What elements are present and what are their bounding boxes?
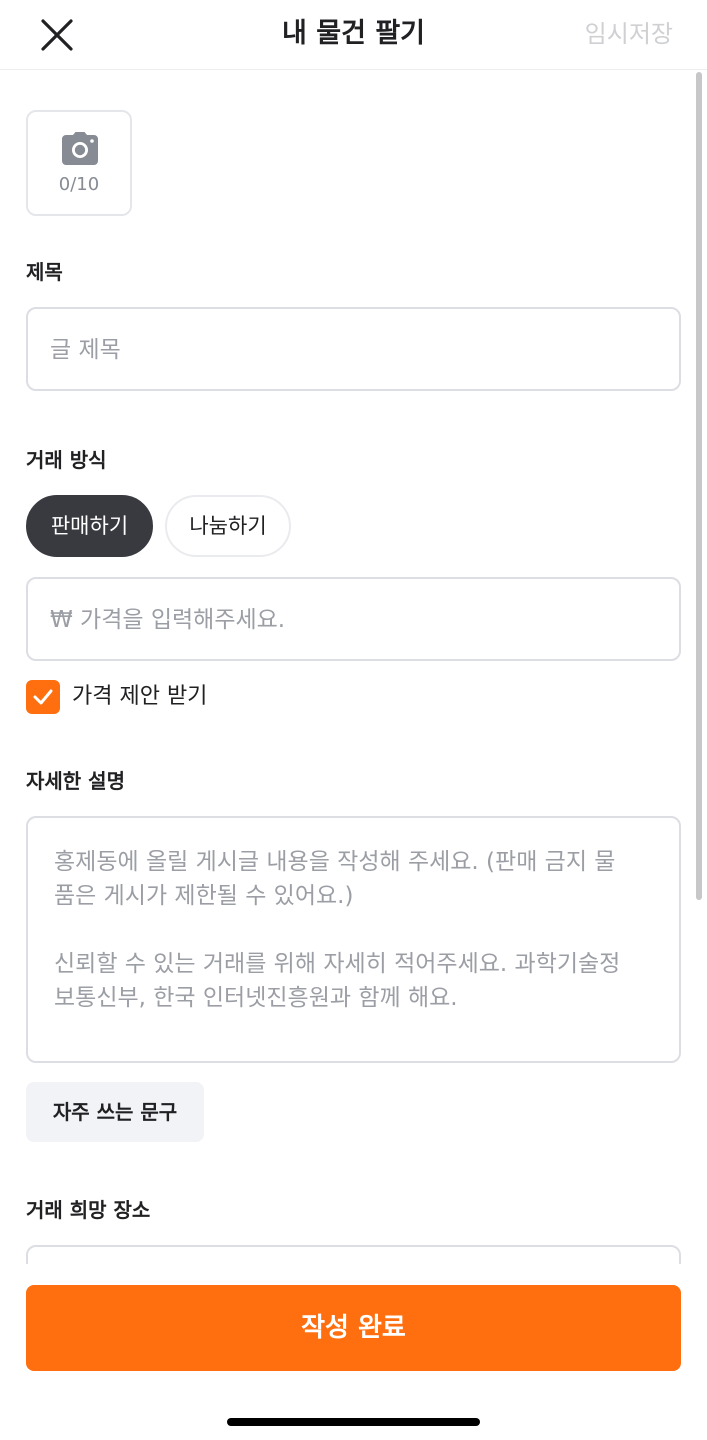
frequent-phrases-button[interactable]: 자주 쓰는 문구	[26, 1082, 204, 1142]
title-label: 제목	[26, 260, 63, 284]
scrollbar[interactable]	[696, 72, 702, 900]
title-placeholder: 글 제목	[50, 337, 121, 363]
price-offer-checkbox[interactable]	[26, 680, 60, 714]
bottom-bar: 작성 완료	[0, 1264, 707, 1440]
photo-upload-button[interactable]: 0/10	[26, 110, 132, 216]
trade-method-label: 거래 방식	[26, 448, 107, 472]
submit-button[interactable]: 작성 완료	[26, 1285, 681, 1371]
description-textarea[interactable]: 홍제동에 올릴 게시글 내용을 작성해 주세요. (판매 금지 물 품은 게시가…	[26, 816, 681, 1063]
sell-option-button[interactable]: 판매하기	[26, 495, 153, 557]
photo-count: 0/10	[58, 174, 100, 195]
description-label: 자세한 설명	[26, 769, 125, 793]
top-app-bar: 내 물건 팔기 임시저장	[0, 0, 707, 70]
price-input[interactable]: ₩ 가격을 입력해주세요.	[26, 577, 681, 661]
checkmark-icon	[33, 689, 53, 705]
price-placeholder: ₩ 가격을 입력해주세요.	[50, 607, 286, 633]
temp-save-button[interactable]: 임시저장	[585, 18, 673, 50]
description-placeholder: 홍제동에 올릴 게시글 내용을 작성해 주세요. (판매 금지 물 품은 게시가…	[54, 849, 621, 1011]
price-offer-label[interactable]: 가격 제안 받기	[72, 682, 207, 712]
share-option-button[interactable]: 나눔하기	[165, 495, 291, 557]
title-input[interactable]: 글 제목	[26, 307, 681, 391]
location-label: 거래 희망 장소	[26, 1198, 151, 1222]
home-indicator	[227, 1418, 480, 1426]
camera-icon	[62, 132, 98, 165]
